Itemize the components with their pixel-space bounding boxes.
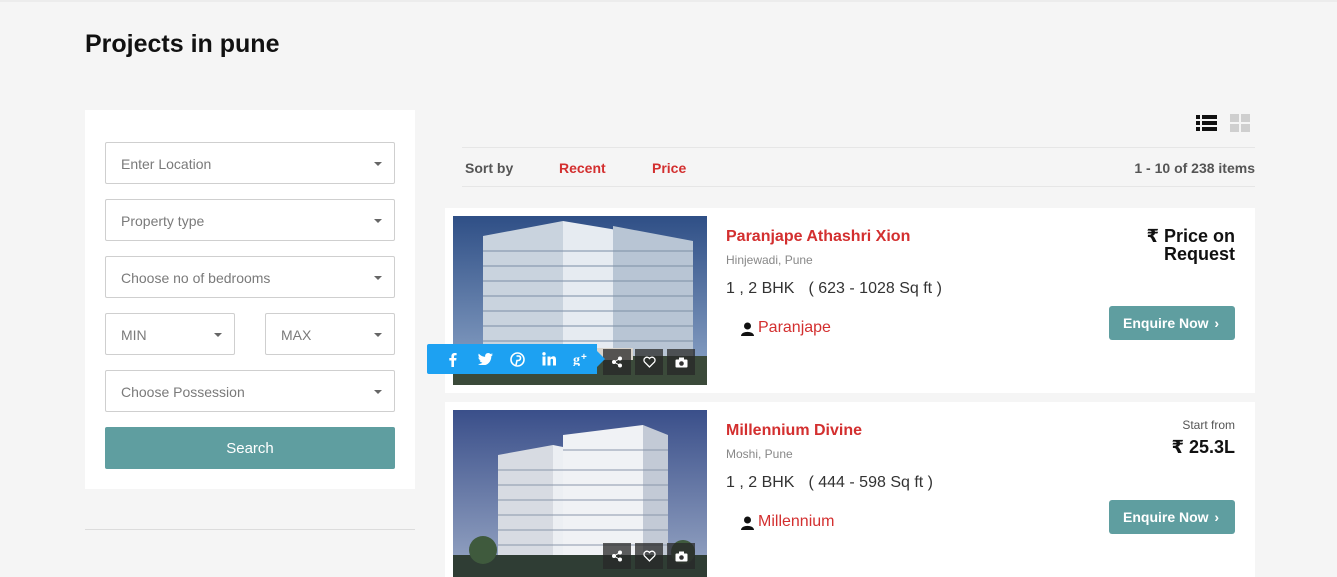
share-icon[interactable] — [603, 349, 631, 375]
filter-panel: Enter Location Property type Choose no o… — [85, 110, 415, 489]
bedrooms-placeholder: Choose no of bedrooms — [121, 270, 271, 286]
grid-view-icon[interactable] — [1230, 114, 1250, 132]
bedrooms-select[interactable]: Choose no of bedrooms — [105, 256, 395, 298]
google-plus-icon[interactable]: g + — [565, 344, 597, 374]
price-label-line2: Request — [1163, 244, 1235, 264]
chevron-down-icon — [214, 333, 222, 337]
items-count: 1 - 10 of 238 items — [1134, 160, 1255, 176]
sort-price-link[interactable]: Price — [652, 160, 686, 176]
chevron-down-icon — [374, 162, 382, 166]
chevron-down-icon — [374, 219, 382, 223]
listing-card: Millennium Divine Moshi, Pune 1 , 2 BHK (… — [445, 402, 1255, 577]
max-placeholder: MAX — [281, 327, 312, 343]
sort-bar: Sort by Recent Price 1 - 10 of 238 items — [462, 147, 1255, 187]
builder-link[interactable]: Millennium — [758, 513, 834, 531]
sidebar-divider — [85, 529, 415, 530]
possession-select[interactable]: Choose Possession — [105, 370, 395, 412]
enquire-label: Enquire Now — [1123, 509, 1209, 525]
bhk-config: 1 , 2 BHK — [726, 474, 795, 491]
location-placeholder: Enter Location — [121, 156, 212, 172]
listing-title[interactable]: Paranjape Athashri Xion — [726, 228, 910, 246]
chevron-right-icon: › — [1214, 509, 1219, 525]
listing-title[interactable]: Millennium Divine — [726, 422, 862, 440]
listing-config: 1 , 2 BHK ( 623 - 1028 Sq ft ) — [726, 280, 942, 298]
enquire-now-button[interactable]: Enquire Now › — [1109, 500, 1235, 534]
list-view-icon[interactable] — [1196, 114, 1217, 132]
heart-icon[interactable] — [635, 349, 663, 375]
camera-icon[interactable] — [667, 349, 695, 375]
location-select[interactable]: Enter Location — [105, 142, 395, 184]
camera-icon[interactable] — [667, 543, 695, 569]
area-range: ( 444 - 598 Sq ft ) — [808, 474, 933, 491]
sort-recent-link[interactable]: Recent — [559, 160, 606, 176]
listing-price: ₹ 25.3L — [1171, 437, 1235, 457]
chevron-down-icon — [374, 276, 382, 280]
possession-placeholder: Choose Possession — [121, 384, 245, 400]
user-icon — [741, 322, 754, 336]
chevron-down-icon — [374, 390, 382, 394]
user-icon — [741, 516, 754, 530]
chevron-down-icon — [374, 333, 382, 337]
social-share-bar: g + — [427, 344, 605, 374]
enquire-now-button[interactable]: Enquire Now › — [1109, 306, 1235, 340]
start-from-label: Start from — [1182, 418, 1235, 432]
svg-text:g: g — [573, 353, 580, 366]
svg-text:+: + — [581, 352, 587, 363]
property-type-select[interactable]: Property type — [105, 199, 395, 241]
share-icon[interactable] — [603, 543, 631, 569]
builder-link[interactable]: Paranjape — [758, 319, 831, 337]
chevron-right-icon: › — [1214, 315, 1219, 331]
bhk-config: 1 , 2 BHK — [726, 280, 795, 297]
page-title: Projects in pune — [85, 30, 280, 58]
facebook-icon[interactable] — [437, 344, 469, 374]
pinterest-icon[interactable] — [501, 344, 533, 374]
area-range: ( 623 - 1028 Sq ft ) — [808, 280, 942, 297]
search-button[interactable]: Search — [105, 427, 395, 469]
listing-config: 1 , 2 BHK ( 444 - 598 Sq ft ) — [726, 474, 933, 492]
listing-location: Moshi, Pune — [726, 447, 793, 461]
listing-location: Hinjewadi, Pune — [726, 253, 813, 267]
heart-icon[interactable] — [635, 543, 663, 569]
linkedin-icon[interactable] — [533, 344, 565, 374]
min-placeholder: MIN — [121, 327, 147, 343]
min-price-select[interactable]: MIN — [105, 313, 235, 355]
listing-image[interactable] — [453, 410, 707, 577]
sort-label: Sort by — [465, 160, 514, 176]
twitter-icon[interactable] — [469, 344, 501, 374]
enquire-label: Enquire Now — [1123, 315, 1209, 331]
max-price-select[interactable]: MAX — [265, 313, 395, 355]
top-divider — [0, 0, 1337, 2]
property-type-placeholder: Property type — [121, 213, 205, 229]
